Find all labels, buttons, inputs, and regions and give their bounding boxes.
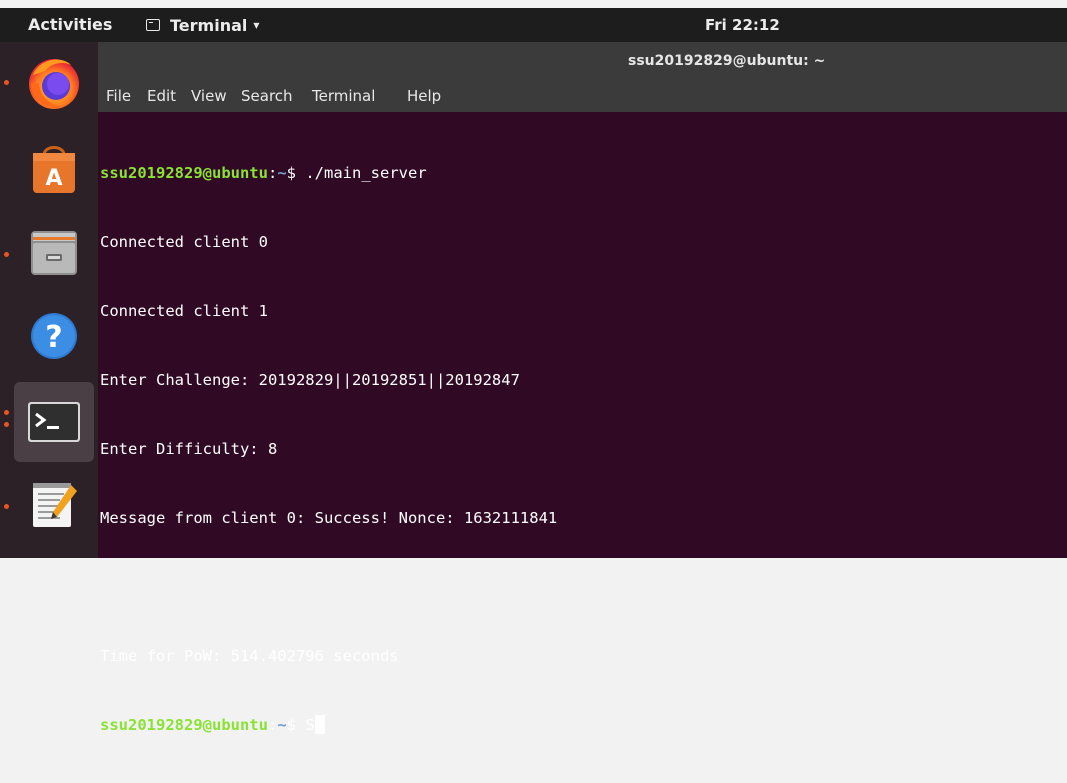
prompt-line: ssu20192829@ubuntu:~$ ./main_server bbox=[100, 162, 1060, 185]
activities-button[interactable]: Activities bbox=[28, 8, 112, 42]
terminal-icon bbox=[28, 402, 80, 442]
command-text: ./main_server bbox=[305, 164, 427, 182]
menu-bar: File Edit View Search Terminal Help bbox=[98, 84, 1067, 112]
app-menu[interactable]: Terminal ▾ bbox=[146, 8, 259, 42]
dock-item-text-editor[interactable] bbox=[4, 466, 94, 542]
prompt-symbol: $ bbox=[286, 716, 306, 734]
output-line: Message from client 0: Success! Nonce: 1… bbox=[100, 509, 558, 527]
output-line: Connected client 0 bbox=[100, 233, 268, 251]
file-cabinet-icon bbox=[31, 231, 77, 275]
terminal-mini-icon bbox=[146, 19, 160, 31]
output-line: Connected client 1 bbox=[100, 302, 268, 320]
menu-search[interactable]: Search bbox=[241, 87, 293, 105]
shopping-bag-icon: A bbox=[33, 146, 75, 193]
svg-text:?: ? bbox=[45, 320, 62, 355]
output-line: Time for PoW: 514.402796 seconds bbox=[100, 647, 399, 665]
clock[interactable]: Fri 22:12 bbox=[705, 8, 780, 42]
help-icon: ? bbox=[31, 313, 77, 359]
dock: A ? bbox=[0, 42, 98, 558]
prompt-user: ssu20192829@ubuntu bbox=[100, 164, 268, 182]
prompt-symbol: $ bbox=[286, 164, 306, 182]
prompt-path: ~ bbox=[277, 164, 287, 182]
top-bar: Activities Terminal ▾ Fri 22:12 bbox=[0, 8, 1067, 42]
text-cursor bbox=[314, 715, 325, 734]
prompt-user: ssu20192829@ubuntu bbox=[100, 716, 268, 734]
running-indicator bbox=[4, 252, 9, 257]
chevron-down-icon: ▾ bbox=[253, 18, 260, 32]
prompt-colon: : bbox=[267, 164, 278, 182]
terminal-output[interactable]: ssu20192829@ubuntu:~$ ./main_server Conn… bbox=[100, 116, 1060, 734]
text-editor-icon bbox=[33, 483, 77, 527]
prompt-colon: : bbox=[267, 716, 278, 734]
window-titlebar[interactable]: ssu20192829@ubuntu: ~ bbox=[98, 42, 1067, 84]
running-indicator bbox=[4, 504, 9, 509]
menu-help[interactable]: Help bbox=[407, 87, 441, 105]
running-indicator bbox=[4, 410, 9, 415]
app-menu-label: Terminal bbox=[170, 15, 248, 35]
running-indicator bbox=[4, 422, 9, 427]
prompt-line: ssu20192829@ubuntu:~$ S bbox=[100, 714, 1060, 737]
running-indicator bbox=[4, 80, 9, 85]
svg-text:A: A bbox=[45, 166, 62, 191]
menu-file[interactable]: File bbox=[106, 87, 131, 105]
firefox-icon bbox=[29, 59, 79, 109]
menu-edit[interactable]: Edit bbox=[147, 87, 176, 105]
dock-item-help[interactable]: ? bbox=[14, 298, 94, 374]
window-title: ssu20192829@ubuntu: ~ bbox=[628, 53, 826, 69]
output-line: Enter Difficulty: 8 bbox=[100, 440, 278, 458]
dock-item-software-center[interactable]: A bbox=[14, 130, 94, 206]
current-input: S bbox=[305, 716, 315, 734]
output-line: Enter Challenge: 20192829||20192851||201… bbox=[100, 371, 520, 389]
prompt-path: ~ bbox=[277, 716, 287, 734]
dock-item-files[interactable] bbox=[4, 214, 94, 290]
dock-item-terminal[interactable] bbox=[4, 382, 94, 462]
menu-view[interactable]: View bbox=[191, 87, 227, 105]
terminal-window: ssu20192829@ubuntu: ~ File Edit View Sea… bbox=[98, 42, 1067, 734]
menu-terminal[interactable]: Terminal bbox=[312, 87, 375, 105]
dock-item-firefox[interactable] bbox=[4, 44, 94, 120]
